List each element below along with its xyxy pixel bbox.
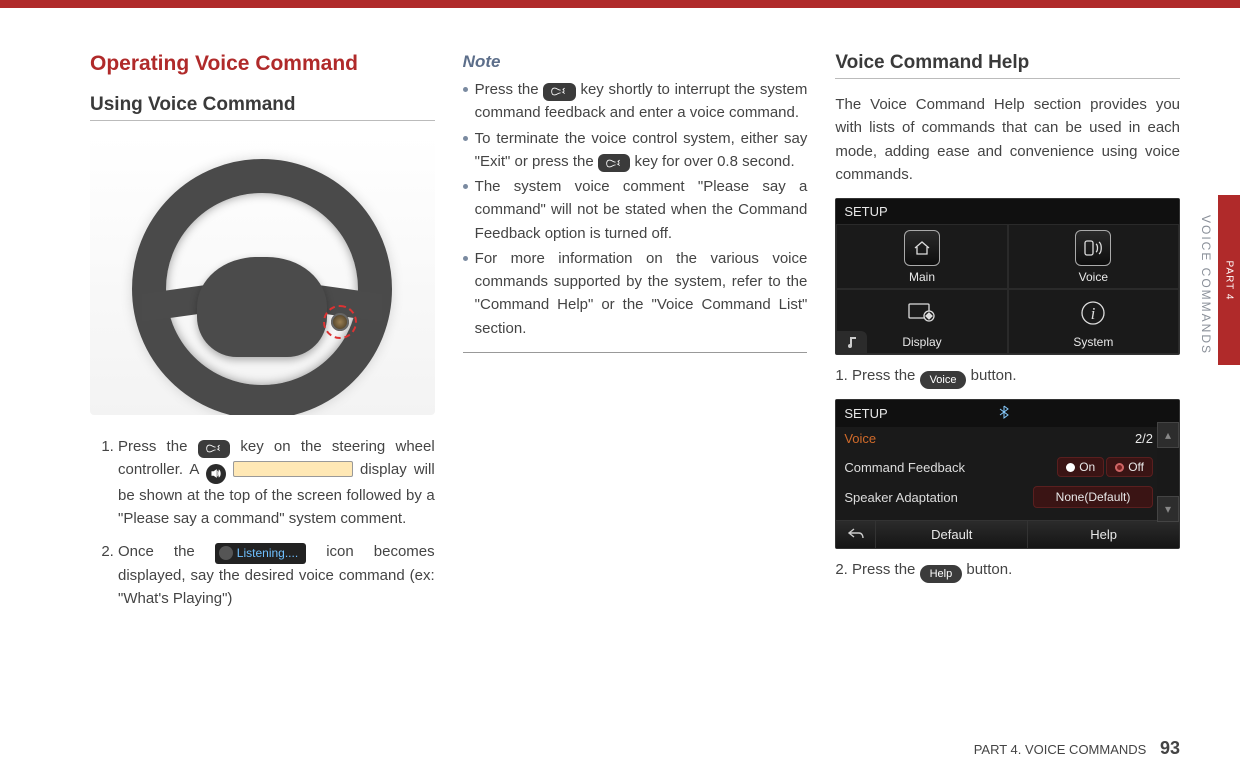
setup-voice-title: SETUP <box>836 400 1179 427</box>
speaker-icon <box>206 464 226 484</box>
press-voice-step-a: 1. Press the <box>835 367 919 384</box>
listening-head-icon <box>219 546 233 560</box>
main-heading: Operating Voice Command <box>90 52 435 76</box>
step-1: Press the key on the steering wheel cont… <box>118 435 435 530</box>
toggle-off-label: Off <box>1128 460 1144 474</box>
using-voice-steps: Press the key on the steering wheel cont… <box>90 435 435 610</box>
scrollbar[interactable]: ▴ ▾ <box>1157 422 1179 522</box>
setup-tile-display[interactable]: Display <box>836 289 1007 354</box>
info-icon: i <box>1075 295 1111 331</box>
voice-tab-line: Voice 2/2 <box>844 431 1153 446</box>
help-button[interactable]: Help <box>1028 521 1179 548</box>
listening-indicator: Listening.... <box>215 543 306 564</box>
voice-command-help-intro: The Voice Command Help section provides … <box>835 93 1180 186</box>
page-footer: PART 4. VOICE COMMANDS 93 <box>974 738 1180 759</box>
column-2: Note Press the key shortly to interrupt … <box>463 52 808 717</box>
setup-screen-title: SETUP <box>836 199 1179 224</box>
step-2-text-a: Once the <box>118 543 215 560</box>
prompt-display-bar <box>233 461 353 477</box>
setup-screen-main: SETUP Main Voice <box>835 198 1180 355</box>
row-command-feedback-label: Command Feedback <box>844 460 965 475</box>
note-2: To terminate the voice control system, e… <box>463 127 808 174</box>
press-help-step-b: button. <box>966 561 1012 578</box>
note-divider <box>463 352 808 353</box>
voice-command-help-heading: Voice Command Help <box>835 52 1180 79</box>
voice-pager: 2/2 <box>1135 431 1153 446</box>
voice-tab-label: Voice <box>844 431 876 446</box>
chapter-side-tab-label: PART 4 <box>1224 260 1235 300</box>
step-1-text-a: Press the <box>118 438 198 455</box>
wheel-hub <box>197 257 327 357</box>
highlight-dashed-circle <box>323 305 357 339</box>
note-1: Press the key shortly to interrupt the s… <box>463 78 808 125</box>
row-speaker-adaptation: Speaker Adaptation None(Default) <box>844 482 1153 512</box>
content-columns: Operating Voice Command Using Voice Comm… <box>90 52 1180 717</box>
default-button[interactable]: Default <box>876 521 1028 548</box>
setup-tile-grid: Main Voice Display <box>836 224 1179 354</box>
voice-key-icon <box>598 154 631 172</box>
toggle-on[interactable]: On <box>1057 457 1104 477</box>
tile-label-main: Main <box>909 270 935 284</box>
footer-part-label: PART 4. VOICE COMMANDS <box>974 742 1147 757</box>
voice-icon <box>1075 230 1111 266</box>
toggle-off[interactable]: Off <box>1106 457 1153 477</box>
back-button[interactable] <box>836 521 876 548</box>
scroll-down-icon[interactable]: ▾ <box>1157 496 1179 522</box>
chapter-side-label: VOICE COMMANDS <box>1196 195 1216 375</box>
tile-label-system: System <box>1073 335 1113 349</box>
scroll-up-icon[interactable]: ▴ <box>1157 422 1179 448</box>
steering-wheel-illustration <box>90 135 435 415</box>
listening-label: Listening.... <box>237 544 298 563</box>
chapter-side-label-text: VOICE COMMANDS <box>1199 215 1213 355</box>
press-voice-step-b: button. <box>971 367 1017 384</box>
column-1: Operating Voice Command Using Voice Comm… <box>90 52 435 717</box>
home-icon <box>904 230 940 266</box>
setup-tile-system[interactable]: i System <box>1008 289 1179 354</box>
speaker-adaptation-dropdown[interactable]: None(Default) <box>1033 486 1153 508</box>
setup-voice-body: Voice 2/2 Command Feedback On Off Speake… <box>836 427 1179 520</box>
voice-key-icon <box>543 83 576 101</box>
tile-label-voice: Voice <box>1079 270 1108 284</box>
scroll-track[interactable] <box>1157 448 1179 496</box>
press-voice-step: 1. Press the Voice button. <box>835 367 1180 389</box>
setup-tile-main[interactable]: Main <box>836 224 1007 289</box>
tile-label-display: Display <box>902 335 941 349</box>
display-icon <box>904 295 940 331</box>
press-help-step: 2. Press the Help button. <box>835 561 1180 583</box>
voice-key-icon <box>198 440 231 458</box>
note-list: Press the key shortly to interrupt the s… <box>463 78 808 340</box>
row-speaker-adaptation-label: Speaker Adaptation <box>844 490 957 505</box>
step-2: Once the Listening.... icon becomes disp… <box>118 540 435 610</box>
command-feedback-toggle[interactable]: On Off <box>1057 457 1153 477</box>
setup-voice-screen: SETUP Voice 2/2 Command Feedback On O <box>835 399 1180 549</box>
setup-voice-button-bar: Default Help <box>836 520 1179 548</box>
note-heading: Note <box>463 52 808 72</box>
note-4: For more information on the various voic… <box>463 247 808 340</box>
document-page: PART 4 VOICE COMMANDS Operating Voice Co… <box>0 0 1240 777</box>
setup-tile-voice[interactable]: Voice <box>1008 224 1179 289</box>
row-command-feedback: Command Feedback On Off <box>844 452 1153 482</box>
page-top-strip <box>0 0 1240 8</box>
music-note-icon <box>837 331 867 353</box>
bluetooth-icon <box>998 405 1010 422</box>
voice-button-pill: Voice <box>920 371 967 389</box>
note-1-a: Press the <box>475 81 544 98</box>
chapter-side-tab: PART 4 <box>1218 195 1240 365</box>
help-button-pill: Help <box>920 565 963 583</box>
svg-text:i: i <box>1091 304 1096 323</box>
footer-page-number: 93 <box>1160 738 1180 758</box>
setup-voice-title-text: SETUP <box>844 406 887 421</box>
note-2-b: key for over 0.8 second. <box>635 153 795 170</box>
toggle-on-label: On <box>1079 460 1095 474</box>
note-3: The system voice comment "Please say a c… <box>463 175 808 245</box>
column-3: Voice Command Help The Voice Command Hel… <box>835 52 1180 717</box>
press-help-step-a: 2. Press the <box>835 561 919 578</box>
sub-heading-using-voice: Using Voice Command <box>90 94 435 121</box>
